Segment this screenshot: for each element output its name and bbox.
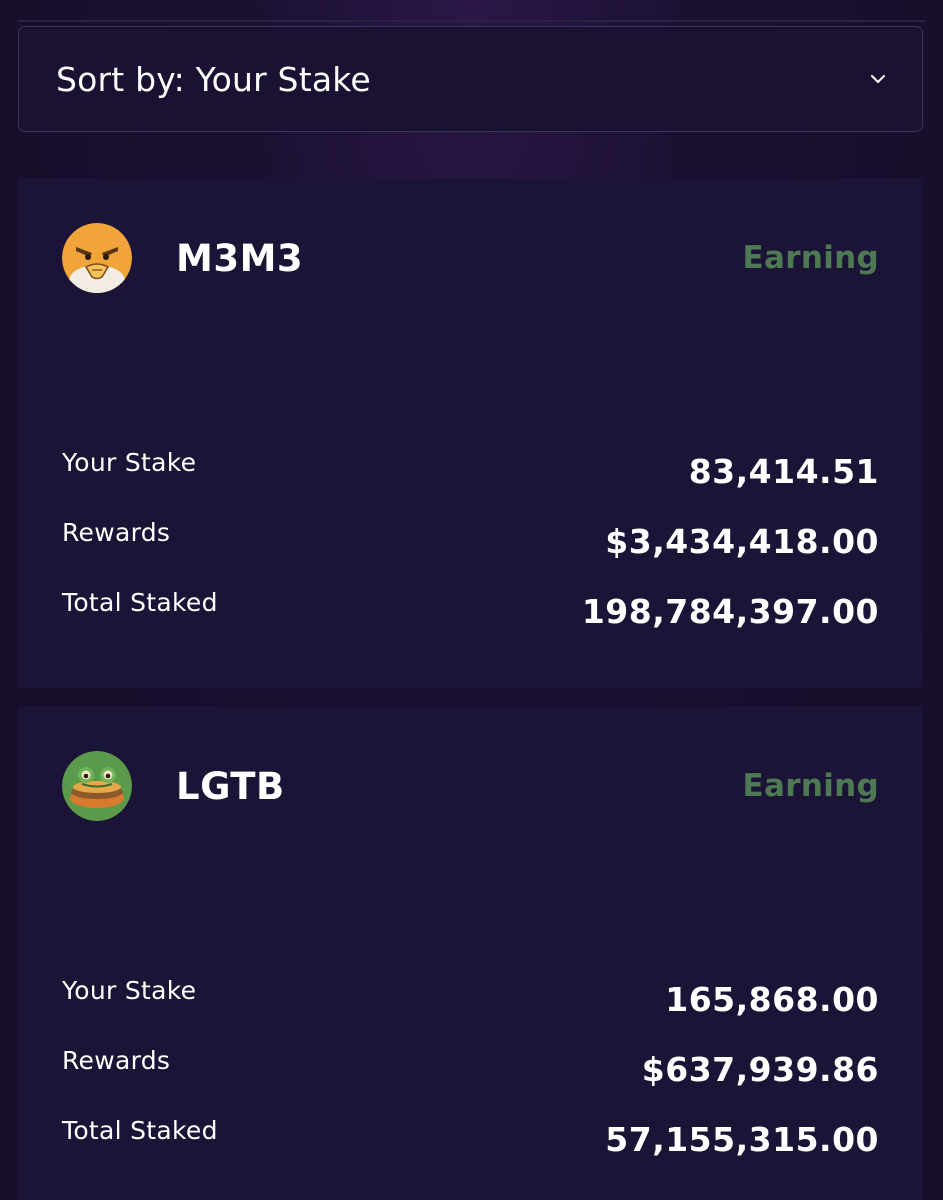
chevron-down-icon (870, 71, 886, 87)
stat-label: Your Stake (62, 447, 197, 477)
pool-status-badge: Earning (742, 768, 879, 804)
pool-card-header: LGTB Earning (62, 750, 879, 822)
stat-label: Total Staked (62, 587, 218, 617)
stat-value: $3,434,418.00 (605, 521, 879, 561)
stat-value: 165,868.00 (665, 979, 879, 1019)
pool-token-name: LGTB (176, 764, 285, 808)
stat-value: 83,414.51 (688, 451, 879, 491)
stat-label: Total Staked (62, 1115, 218, 1145)
pool-card[interactable]: LGTB Earning Your Stake 165,868.00 Rewar… (18, 706, 923, 1200)
stat-row-total-staked: Total Staked 57,155,315.00 (62, 1104, 879, 1174)
stat-label: Rewards (62, 517, 171, 547)
stat-value: 57,155,315.00 (605, 1119, 879, 1159)
pool-card[interactable]: M3M3 Earning Your Stake 83,414.51 Reward… (18, 178, 923, 688)
pool-stats: Your Stake 165,868.00 Rewards $637,939.8… (62, 964, 879, 1174)
stat-row-rewards: Rewards $637,939.86 (62, 1034, 879, 1104)
orange-bird-avatar-icon (62, 223, 132, 293)
pool-token-name: M3M3 (176, 236, 304, 280)
stat-row-your-stake: Your Stake 165,868.00 (62, 964, 879, 1034)
pool-status-badge: Earning (742, 240, 879, 276)
stat-label: Your Stake (62, 975, 197, 1005)
stat-value: 198,784,397.00 (581, 591, 879, 631)
sort-dropdown-label: Sort by: Your Stake (56, 59, 371, 99)
stat-value: $637,939.86 (641, 1049, 879, 1089)
sort-dropdown[interactable]: Sort by: Your Stake (18, 26, 923, 132)
top-divider (18, 20, 925, 22)
stat-label: Rewards (62, 1045, 171, 1075)
stat-row-rewards: Rewards $3,434,418.00 (62, 506, 879, 576)
stat-row-your-stake: Your Stake 83,414.51 (62, 436, 879, 506)
green-frog-burger-avatar-icon (62, 751, 132, 821)
pool-stats: Your Stake 83,414.51 Rewards $3,434,418.… (62, 436, 879, 646)
stat-row-total-staked: Total Staked 198,784,397.00 (62, 576, 879, 646)
pool-card-header: M3M3 Earning (62, 222, 879, 294)
